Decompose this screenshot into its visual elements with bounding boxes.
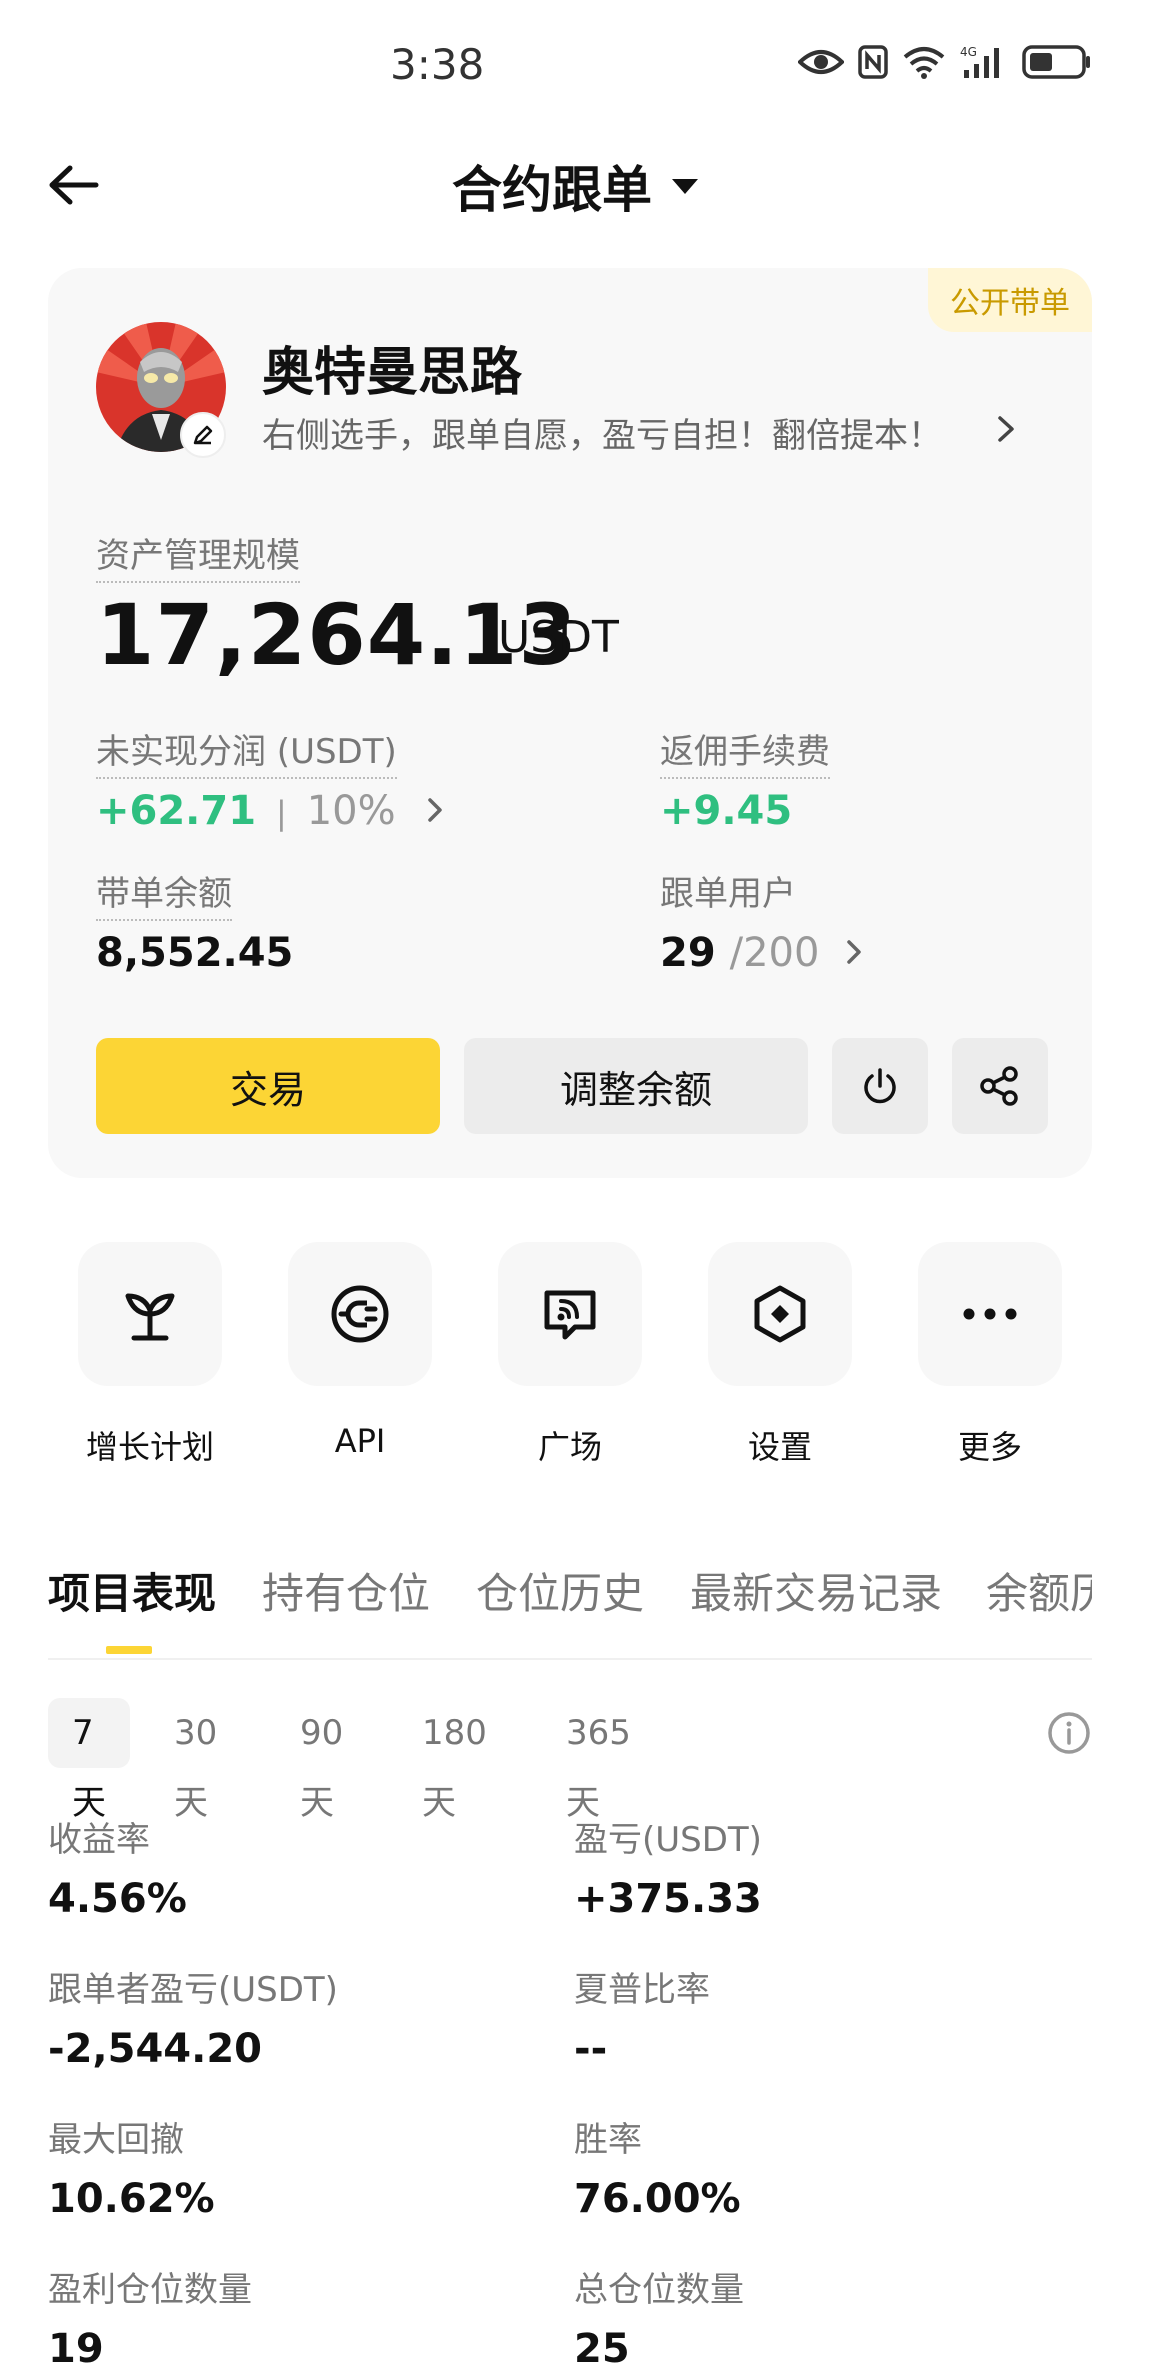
aum-unit: USDT xyxy=(498,612,619,663)
trade-button[interactable]: 交易 xyxy=(96,1038,440,1134)
edit-avatar-button[interactable] xyxy=(180,412,226,458)
rebate-fee-value: +9.45 xyxy=(660,788,793,834)
tab-latest-trades[interactable]: 最新交易记录 xyxy=(690,1560,942,1621)
quick-entry-growth-plan[interactable]: 增长计划 xyxy=(78,1242,222,1468)
roi-value: 4.56% xyxy=(48,1876,187,1922)
unrealized-profit-percent: 10% xyxy=(306,788,396,834)
quick-entry-label: API xyxy=(334,1422,386,1460)
tab-balance-history[interactable]: 余额历史 xyxy=(986,1560,1092,1621)
quick-entry-icon-box xyxy=(78,1242,222,1386)
plug-icon xyxy=(331,1285,389,1343)
follower-pnl-value: -2,544.20 xyxy=(48,2026,262,2072)
quick-entry-icon-box xyxy=(288,1242,432,1386)
performance-tabs: 项目表现 持有仓位 仓位历史 最新交易记录 余额历史 xyxy=(48,1560,1092,1660)
period-180d[interactable]: 180天 xyxy=(398,1698,511,1823)
quick-entry-api[interactable]: API xyxy=(288,1242,432,1460)
power-button[interactable] xyxy=(832,1038,928,1134)
signal-4g-icon: 4G xyxy=(960,45,999,78)
period-90d[interactable]: 90天 xyxy=(276,1698,367,1823)
status-time: 3:38 xyxy=(390,40,485,89)
roi-label: 收益率 xyxy=(48,1820,150,1860)
quick-entry-more[interactable]: 更多 xyxy=(918,1242,1062,1468)
share-icon xyxy=(980,1066,1018,1106)
sharpe-ratio-label: 夏普比率 xyxy=(574,1970,710,2010)
public-lead-badge: 公开带单 xyxy=(928,268,1092,332)
pnl-value: +375.33 xyxy=(574,1876,762,1922)
value-separator: | xyxy=(275,794,287,832)
page-header: 合约跟单 xyxy=(0,140,1152,230)
caret-down-icon xyxy=(672,179,698,194)
quick-entry-square[interactable]: 广场 xyxy=(498,1242,642,1468)
profit-positions-label: 盈利仓位数量 xyxy=(48,2270,252,2310)
unrealized-profit[interactable]: +62.71 | 10% xyxy=(96,788,446,834)
power-icon xyxy=(864,1068,896,1104)
profit-positions-value: 19 xyxy=(48,2326,104,2372)
unrealized-profit-value: +62.71 xyxy=(96,788,257,834)
trader-bio[interactable]: 右侧选手，跟单自愿，盈亏自担！翻倍提本！ xyxy=(262,408,942,457)
followers-max: /200 xyxy=(729,930,820,976)
win-rate-label: 胜率 xyxy=(574,2120,642,2160)
follower-pnl-label: 跟单者盈亏(USDT) xyxy=(48,1970,338,2010)
wifi-icon xyxy=(903,47,945,79)
broadcast-chat-icon xyxy=(544,1290,596,1340)
followers-current: 29 xyxy=(660,930,716,976)
sprout-icon xyxy=(125,1293,175,1341)
max-drawdown-value: 10.62% xyxy=(48,2176,215,2222)
lead-balance-value: 8,552.45 xyxy=(96,930,294,976)
svg-text:4G: 4G xyxy=(960,45,977,59)
trader-nickname: 奥特曼思路 xyxy=(262,343,523,403)
quick-entry-settings[interactable]: 设置 xyxy=(708,1242,852,1468)
quick-entry-icon-box xyxy=(918,1242,1062,1386)
status-bar: 3:38 4G xyxy=(0,0,1152,120)
quick-entry-icon-box xyxy=(708,1242,852,1386)
nfc-icon xyxy=(858,45,888,79)
chevron-right-icon xyxy=(847,940,862,964)
tab-position-history[interactable]: 仓位历史 xyxy=(476,1560,644,1621)
trader-card: 公开带单 奥特曼思路 右侧选手，跟单自愿，盈亏自担！翻倍提本！ 资产管理规模 1… xyxy=(48,268,1092,1178)
unrealized-profit-label[interactable]: 未实现分润 (USDT) xyxy=(96,724,397,779)
quick-entry-label: 广场 xyxy=(537,1428,602,1466)
pnl-label: 盈亏(USDT) xyxy=(574,1820,762,1860)
aum-label[interactable]: 资产管理规模 xyxy=(96,528,300,583)
lead-balance-label[interactable]: 带单余额 xyxy=(96,866,232,921)
chevron-right-icon xyxy=(427,798,442,822)
quick-entry-label: 增长计划 xyxy=(85,1428,214,1466)
followers-count[interactable]: 29 /200 xyxy=(660,930,865,976)
more-dots-icon xyxy=(963,1308,1017,1320)
status-icons: 4G xyxy=(798,44,1092,80)
quick-entry-label: 设置 xyxy=(747,1428,812,1466)
chevron-right-icon[interactable] xyxy=(994,414,1018,444)
period-7d[interactable]: 7天 xyxy=(48,1698,130,1823)
followers-label: 跟单用户 xyxy=(660,874,796,914)
tab-performance[interactable]: 项目表现 xyxy=(48,1560,216,1621)
pencil-icon xyxy=(193,425,213,445)
period-30d[interactable]: 30天 xyxy=(150,1698,241,1823)
page-title: 合约跟单 xyxy=(452,161,652,219)
total-positions-value: 25 xyxy=(574,2326,630,2372)
info-icon[interactable] xyxy=(1046,1710,1092,1756)
period-365d[interactable]: 365天 xyxy=(542,1698,655,1823)
tab-positions[interactable]: 持有仓位 xyxy=(262,1560,430,1621)
eye-icon xyxy=(798,50,844,74)
sharpe-ratio-value: -- xyxy=(574,2026,608,2072)
adjust-balance-button[interactable]: 调整余额 xyxy=(464,1038,808,1134)
share-button[interactable] xyxy=(952,1038,1048,1134)
title-dropdown[interactable]: 合约跟单 xyxy=(0,150,1152,222)
rebate-fee-label[interactable]: 返佣手续费 xyxy=(660,724,830,779)
max-drawdown-label: 最大回撤 xyxy=(48,2120,184,2160)
win-rate-value: 76.00% xyxy=(574,2176,741,2222)
settings-hexagon-icon xyxy=(754,1285,806,1343)
quick-entry-label: 更多 xyxy=(957,1428,1022,1466)
active-tab-indicator xyxy=(106,1646,152,1654)
quick-entry-icon-box xyxy=(498,1242,642,1386)
total-positions-label: 总仓位数量 xyxy=(574,2270,744,2310)
battery-icon xyxy=(1022,45,1090,79)
